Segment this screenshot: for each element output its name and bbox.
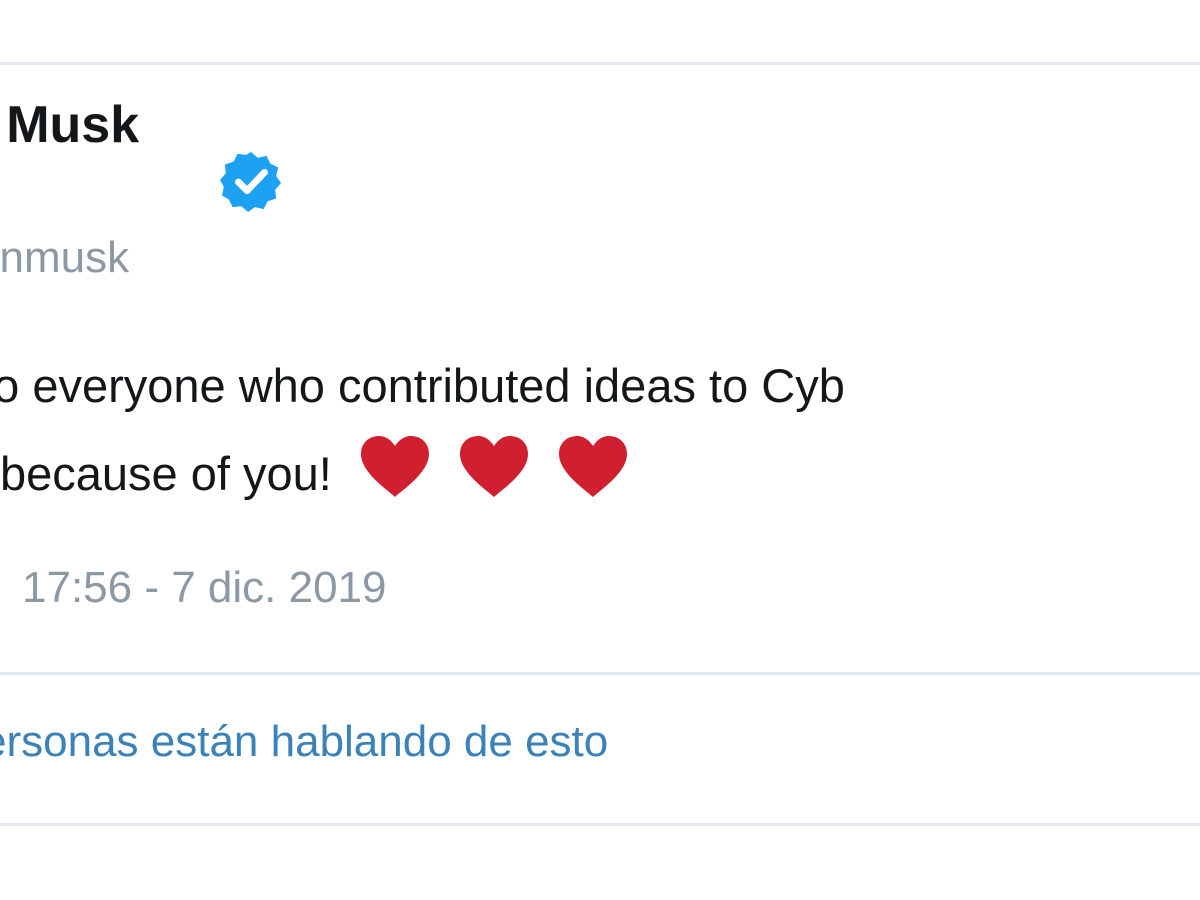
author-name[interactable]: n Musk (0, 95, 139, 155)
heart-icon (557, 434, 629, 500)
heart-icon (458, 434, 530, 500)
verified-badge-icon (220, 150, 282, 212)
tweet-text-line-2: because of you! (0, 430, 1200, 518)
tweet-text-line-2-words: because of you! (0, 447, 332, 500)
tweet-embed-screenshot: n Musk onmusk ks to everyone who contrib… (0, 0, 1200, 900)
tweet-timestamp[interactable]: 17:56 - 7 dic. 2019 (22, 563, 386, 613)
conversation-link[interactable]: ersonas están hablando de esto (0, 717, 608, 767)
heart-icon (359, 434, 431, 500)
tweet-text-line-1: ks to everyone who contributed ideas to … (0, 359, 845, 412)
divider (0, 672, 1200, 675)
author-handle[interactable]: onmusk (0, 233, 129, 283)
tweet-text: ks to everyone who contributed ideas to … (0, 342, 1200, 518)
